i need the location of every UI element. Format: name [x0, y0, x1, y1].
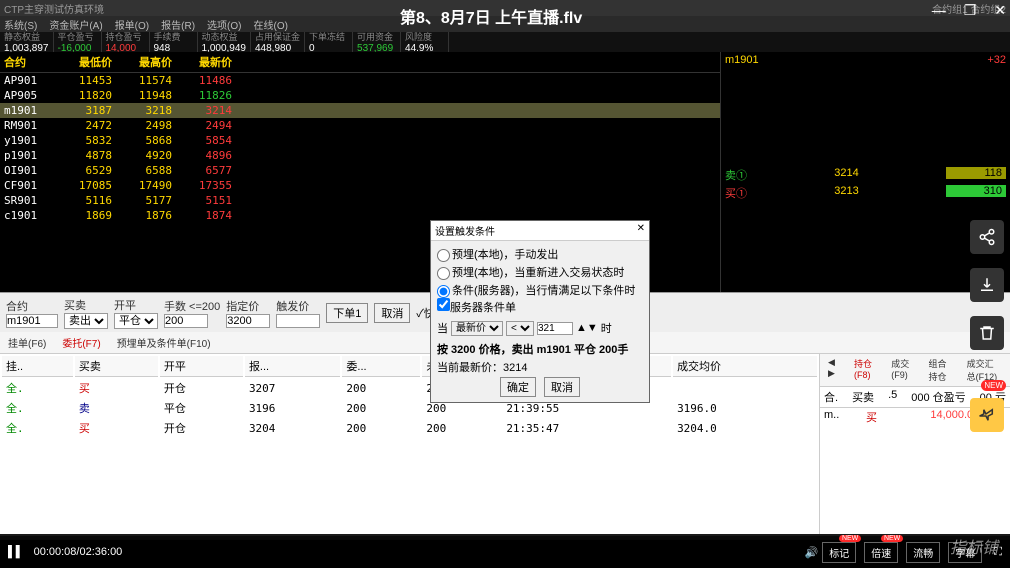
menu-report[interactable]: 报告(R) [161, 17, 195, 31]
tab-combo[interactable]: 组合持仓 [924, 356, 954, 384]
bid-ask: 卖①3214118 买①3213310 [725, 166, 1006, 202]
quote-row[interactable]: RM901247224982494 [0, 118, 720, 133]
dialog-desc: 按 3200 价格，卖出 m1901 平仓 200手 [437, 340, 643, 358]
radio-manual[interactable] [437, 249, 450, 262]
quote-header: 合约 最低价 最高价 最新价 [0, 52, 720, 73]
dialog-current: 当前最新价：3214 [437, 358, 527, 376]
price-input[interactable] [226, 314, 270, 328]
pin-icon[interactable] [970, 398, 1004, 432]
bs-select[interactable]: 卖出 [64, 313, 108, 329]
speed-button[interactable]: 倍速NEW [864, 542, 898, 563]
close-button[interactable]: ✕ [994, 2, 1006, 19]
quote-row[interactable]: AP901114531157411486 [0, 73, 720, 88]
video-player-controls[interactable]: ▌▌ 00:00:08 / 02:36:00 🔊 标记NEW 倍速NEW 流畅 … [0, 536, 1010, 568]
contract-input[interactable] [6, 314, 58, 328]
tab-pending[interactable]: 挂单(F6) [4, 334, 50, 351]
mark-button[interactable]: 标记NEW [822, 542, 856, 563]
right-toolbar [970, 220, 1004, 350]
minimize-button[interactable]: — [932, 2, 946, 19]
tab-position[interactable]: 持仓(F8) [850, 356, 879, 384]
download-icon[interactable] [970, 268, 1004, 302]
play-icon[interactable]: ▌▌ [8, 546, 24, 558]
order-row[interactable]: 全.买开仓320720020009:00:45 [2, 379, 817, 397]
server-check[interactable] [437, 298, 450, 311]
field-select[interactable]: 最新价 [451, 321, 503, 336]
quality-button[interactable]: 流畅 [906, 542, 940, 563]
menu-order[interactable]: 报单(O) [115, 17, 149, 31]
tab-trade[interactable]: 成交(F9) [887, 356, 916, 384]
window-controls: — ❐ ✕ [932, 2, 1006, 19]
orders-table[interactable]: 挂..买卖开平报...委...未...报单时间成交均价 全.买开仓3207200… [0, 354, 819, 439]
quote-row[interactable]: y1901583258685854 [0, 133, 720, 148]
menu-options[interactable]: 选项(O) [207, 17, 241, 31]
op-select[interactable]: < [506, 321, 534, 336]
menu-online[interactable]: 在线(O) [253, 17, 287, 31]
time-current: 00:00:08 [34, 546, 77, 558]
tab-entrust[interactable]: 委托(F7) [58, 334, 104, 351]
new-badge: NEW [981, 380, 1006, 391]
tab-cond[interactable]: 预埋单及条件单(F10) [113, 334, 215, 351]
trigger-dialog: 设置触发条件 ✕ 预埋(本地)，手动发出 预埋(本地)，当重新进入交易状态时 条… [430, 220, 650, 403]
detail-code: m1901 [725, 54, 759, 66]
app-title: CTP主穿测试仿真环境 [4, 1, 104, 15]
stepper-icon[interactable]: ▲▼ [576, 322, 598, 334]
threshold-input[interactable] [537, 322, 573, 335]
video-title: 第8、8月7日 上午直播.flv [400, 4, 582, 28]
watermark: 指标铺 [950, 534, 998, 558]
quote-row[interactable]: p1901487849204896 [0, 148, 720, 163]
oc-select[interactable]: 平仓 [114, 313, 158, 329]
radio-cond[interactable] [437, 285, 450, 298]
share-icon[interactable] [970, 220, 1004, 254]
radio-reenter[interactable] [437, 267, 450, 280]
time-duration: 02:36:00 [79, 546, 122, 558]
detail-change: +32 [987, 54, 1006, 66]
stats-bar: 静态权益1,003,897平仓盈亏-16,000持仓盈亏14,000手续费948… [0, 32, 1010, 52]
quote-row[interactable]: SR901511651775151 [0, 193, 720, 208]
order-row[interactable]: 全.卖平仓319620020021:39:553196.0 [2, 399, 817, 417]
menu-system[interactable]: 系统(S) [4, 17, 37, 31]
menu-account[interactable]: 资金账户(A) [49, 17, 102, 31]
quote-row[interactable]: CF901170851749017355 [0, 178, 720, 193]
quote-row[interactable]: AP905118201194811826 [0, 88, 720, 103]
quote-row[interactable]: OI901652965886577 [0, 163, 720, 178]
dialog-cancel[interactable]: 取消 [544, 377, 580, 397]
dialog-titlebar[interactable]: 设置触发条件 ✕ [431, 221, 649, 241]
quote-row[interactable]: m1901318732183214 [0, 103, 720, 118]
delete-icon[interactable] [970, 316, 1004, 350]
order-row[interactable]: 全.买开仓320420020021:35:473204.0 [2, 419, 817, 437]
qty-input[interactable] [164, 314, 208, 328]
cancel-button[interactable]: 取消 [374, 303, 410, 323]
maximize-button[interactable]: ❐ [964, 2, 977, 19]
trigger-input[interactable] [276, 314, 320, 328]
volume-icon[interactable]: 🔊 [805, 546, 819, 559]
dialog-close-icon[interactable]: ✕ [637, 223, 645, 238]
submit-button[interactable]: 下单1 [326, 303, 368, 323]
detail-pane: m1901 +32 卖①3214118 买①3213310 [720, 52, 1010, 292]
dialog-ok[interactable]: 确定 [500, 377, 536, 397]
